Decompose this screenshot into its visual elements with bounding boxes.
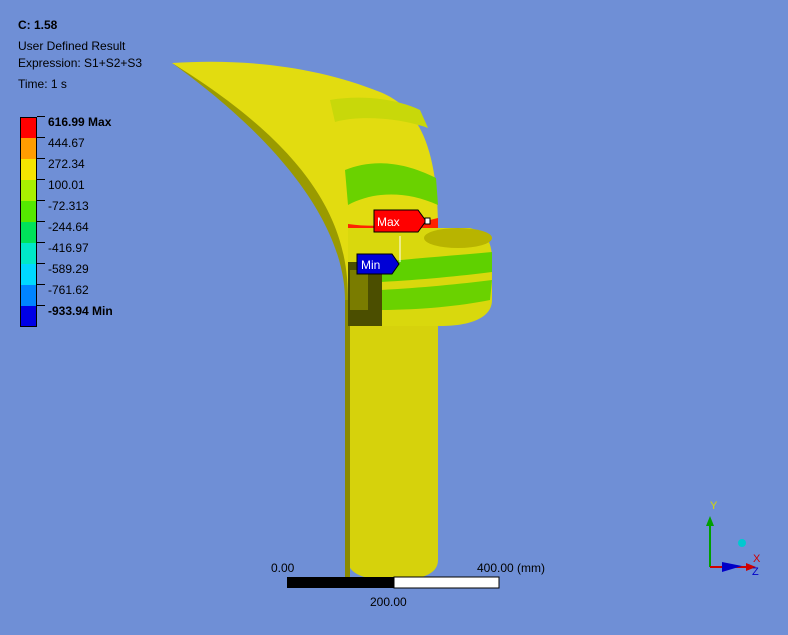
graphics-viewport[interactable]: Max Min Y X Z bbox=[0, 0, 788, 635]
legend-swatch bbox=[20, 138, 37, 159]
max-probe-label: Max bbox=[377, 215, 400, 229]
legend-swatch bbox=[20, 180, 37, 201]
scale-bar-white bbox=[393, 576, 500, 589]
legend-label: -761.62 bbox=[48, 283, 89, 297]
legend-label: -244.64 bbox=[48, 220, 89, 234]
legend-tick bbox=[37, 284, 45, 285]
scale-bar-black bbox=[287, 577, 394, 588]
legend-label: -72.313 bbox=[48, 199, 89, 213]
scale-left-label: 0.00 bbox=[271, 561, 295, 575]
legend-tick bbox=[37, 179, 45, 180]
legend-tick bbox=[37, 116, 45, 117]
legend-label: 616.99 Max bbox=[48, 115, 112, 129]
legend-label: 100.01 bbox=[48, 178, 85, 192]
scale-right-label: 400.00 (mm) bbox=[477, 561, 546, 575]
min-probe-label: Min bbox=[361, 258, 380, 272]
triad-origin-ball[interactable] bbox=[738, 539, 746, 547]
legend-label: -416.97 bbox=[48, 241, 89, 255]
shaft-shade bbox=[345, 300, 350, 578]
result-time: Time: 1 s bbox=[18, 77, 67, 91]
triad-x-label: X bbox=[753, 553, 761, 565]
legend-tick bbox=[37, 200, 45, 201]
legend-label: -589.29 bbox=[48, 262, 89, 276]
legend-swatch bbox=[20, 243, 37, 264]
legend-label: -933.94 Min bbox=[48, 304, 113, 318]
max-probe-marker bbox=[424, 217, 431, 225]
result-type: User Defined Result bbox=[18, 39, 126, 53]
legend-label: 272.34 bbox=[48, 157, 85, 171]
y-axis-arrow bbox=[706, 516, 714, 526]
axis-triad[interactable]: Y X Z bbox=[706, 500, 761, 578]
legend-swatch bbox=[20, 285, 37, 306]
triad-y-label: Y bbox=[710, 500, 718, 512]
triad-z-label: Z bbox=[752, 566, 759, 578]
legend-tick bbox=[37, 137, 45, 138]
legend-tick bbox=[37, 242, 45, 243]
legend-tick bbox=[37, 305, 45, 306]
shaft bbox=[348, 300, 438, 580]
legend-swatch bbox=[20, 264, 37, 285]
legend-swatch bbox=[20, 201, 37, 222]
legend-swatch bbox=[20, 159, 37, 180]
legend-swatch bbox=[20, 306, 37, 327]
legend-tick bbox=[37, 221, 45, 222]
inner-cavity-light bbox=[350, 270, 368, 310]
result-title: C: 1.58 bbox=[18, 18, 58, 32]
legend-tick bbox=[37, 263, 45, 264]
scale-bar bbox=[287, 576, 500, 589]
result-expression: Expression: S1+S2+S3 bbox=[18, 56, 143, 70]
legend-label: 444.67 bbox=[48, 136, 85, 150]
min-probe[interactable]: Min bbox=[356, 253, 400, 275]
scale-mid-label: 200.00 bbox=[370, 595, 407, 609]
legend-tick bbox=[37, 158, 45, 159]
flange-top-lip bbox=[424, 228, 492, 248]
legend-swatch bbox=[20, 117, 37, 138]
legend-swatch bbox=[20, 222, 37, 243]
